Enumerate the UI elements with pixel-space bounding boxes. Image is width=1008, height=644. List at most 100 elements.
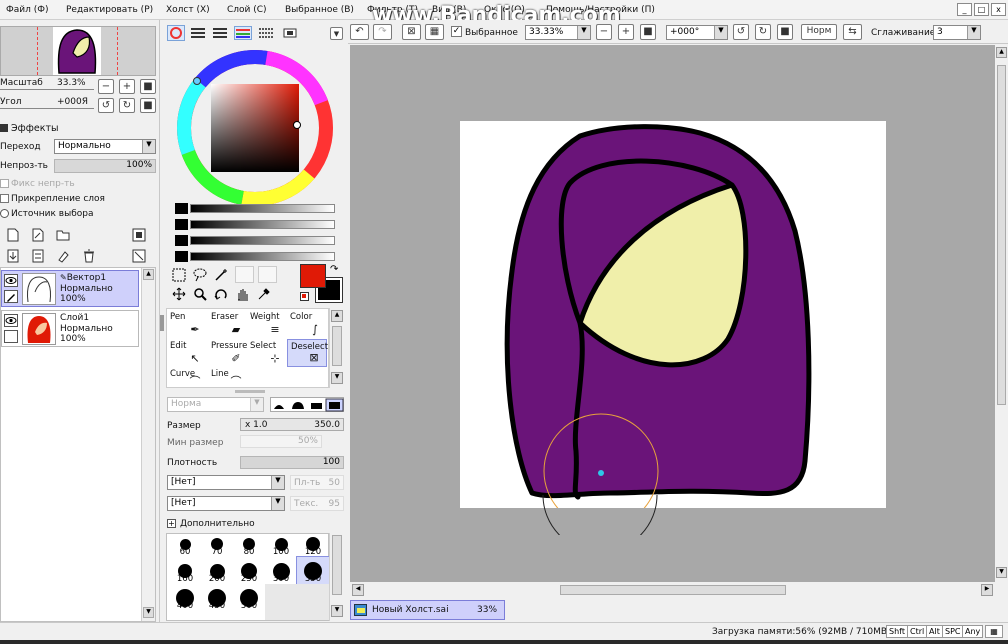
brush-preset-300[interactable]: 300 bbox=[265, 557, 297, 584]
zoom-select[interactable]: 33.33% ▼ bbox=[525, 25, 591, 40]
brush-preset-200[interactable]: 200 bbox=[201, 557, 233, 584]
apply-mask-icon[interactable] bbox=[132, 249, 146, 263]
color-wheel-tab[interactable] bbox=[167, 25, 185, 41]
minimize-button[interactable]: _ bbox=[957, 3, 972, 16]
panel-splitter-handle[interactable] bbox=[160, 315, 164, 331]
effects-expand-icon[interactable] bbox=[0, 124, 8, 132]
zoom-in-button[interactable]: + bbox=[119, 79, 135, 94]
canvas-vertical-scrollbar[interactable]: ▲ ▼ bbox=[995, 45, 1008, 582]
color-wheel[interactable] bbox=[175, 48, 335, 208]
menu-layer[interactable]: Слой (С) bbox=[227, 5, 267, 15]
brush-preset-100[interactable]: 100 bbox=[265, 530, 297, 557]
toolbar-zoom-out-button[interactable]: − bbox=[596, 24, 612, 40]
tool-pen[interactable]: Pen ✒ bbox=[167, 310, 207, 338]
tool-grid-scrollbar[interactable]: ▲ ▼ bbox=[329, 308, 344, 388]
brush-preset-250[interactable]: 250 bbox=[233, 557, 265, 584]
flip-horizontal-button[interactable]: ⇆ bbox=[843, 24, 862, 40]
brush-size-slider[interactable]: x 1.0 350.0 bbox=[240, 418, 344, 431]
toolbar-rotate-reset-button[interactable]: ■ bbox=[777, 24, 793, 40]
invert-selection-button[interactable]: ▦ bbox=[425, 24, 444, 40]
rotate-icon[interactable] bbox=[214, 287, 228, 301]
new-folder-icon[interactable] bbox=[56, 228, 70, 242]
reset-colors-icon[interactable] bbox=[300, 292, 309, 301]
nav-zoom-value[interactable]: 33.3% bbox=[57, 78, 86, 88]
hsv-sliders-tab[interactable] bbox=[212, 27, 228, 39]
new-vector-layer-icon[interactable] bbox=[31, 228, 45, 242]
rotate-right-button[interactable]: ↻ bbox=[119, 98, 135, 113]
menu-selection[interactable]: Выбранное (В) bbox=[285, 5, 354, 15]
tool-edit[interactable]: Edit ↖ bbox=[167, 339, 207, 367]
rotate-left-button[interactable]: ↺ bbox=[98, 98, 114, 113]
brush-preset-60[interactable]: 60 bbox=[169, 530, 201, 557]
opacity-slider[interactable]: 100% bbox=[54, 159, 156, 173]
menu-file[interactable]: Файл (Ф) bbox=[6, 5, 49, 15]
nav-angle-value[interactable]: +000Я bbox=[57, 97, 88, 107]
canvas-horizontal-scrollbar[interactable]: ◀ ▶ bbox=[350, 583, 995, 597]
primary-color-swatch[interactable] bbox=[300, 264, 326, 288]
menu-canvas[interactable]: Холст (Х) bbox=[166, 5, 210, 15]
color-bars-tab[interactable] bbox=[234, 26, 252, 40]
brush-shape-selector[interactable] bbox=[270, 397, 344, 412]
eyedropper-icon[interactable] bbox=[257, 287, 271, 301]
rgb-sliders-tab[interactable] bbox=[190, 27, 206, 39]
brush-preset-450[interactable]: 450 bbox=[201, 584, 233, 611]
swap-colors-icon[interactable]: ↷ bbox=[330, 264, 342, 276]
toolbar-rotate-right-button[interactable]: ↻ bbox=[755, 24, 771, 40]
texture-strength-2[interactable]: Текс. 95 bbox=[290, 496, 344, 511]
magic-wand-icon[interactable] bbox=[214, 268, 228, 282]
pen-lock-icon[interactable] bbox=[4, 290, 18, 303]
zoom-out-button[interactable]: − bbox=[98, 79, 114, 94]
tool-deselect[interactable]: Deselect ⊠ bbox=[287, 339, 328, 367]
brush-preset-70[interactable]: 70 bbox=[201, 530, 233, 557]
brush-preset-400[interactable]: 400 bbox=[169, 584, 201, 611]
layer-item-vector1[interactable]: ✎Вектор1 Нормально 100% bbox=[1, 270, 139, 307]
min-size-slider[interactable]: 50% bbox=[240, 435, 322, 448]
collapse-icon[interactable]: ▼ bbox=[330, 27, 343, 40]
transfer-down-icon[interactable] bbox=[6, 249, 20, 263]
brush-preset-scrollbar[interactable]: ▼ bbox=[329, 533, 344, 621]
brush-mode-select[interactable]: Норма ▼ bbox=[167, 397, 264, 412]
zoom-icon[interactable] bbox=[193, 287, 207, 301]
toolbar-zoom-reset-button[interactable]: ■ bbox=[640, 24, 656, 40]
advanced-label[interactable]: Дополнительно bbox=[180, 519, 255, 529]
brush-preset-350[interactable]: 350 bbox=[296, 556, 330, 585]
layer-lock-toggle[interactable] bbox=[4, 330, 18, 343]
lasso-icon[interactable] bbox=[193, 268, 207, 282]
tool-weight[interactable]: Weight ≡ bbox=[247, 310, 287, 338]
close-button[interactable]: x bbox=[991, 3, 1006, 16]
tool-curve[interactable]: Curve ⌒ bbox=[167, 367, 207, 387]
brush-preset-80[interactable]: 80 bbox=[233, 530, 265, 557]
tool-line[interactable]: Line ⌒ bbox=[208, 367, 248, 387]
stabilizer-mode-button[interactable]: Норм bbox=[801, 24, 837, 40]
blend-mode-select[interactable]: Нормально ▼ bbox=[54, 139, 156, 154]
brush-preset-160[interactable]: 160 bbox=[169, 557, 201, 584]
deselect-all-button[interactable]: ⊠ bbox=[402, 24, 421, 40]
redo-button[interactable]: ↷ bbox=[373, 24, 392, 40]
document-tab[interactable]: Новый Холст.sai 33% bbox=[350, 600, 505, 620]
layer-list-scrollbar[interactable]: ▲ ▼ bbox=[141, 268, 155, 621]
canvas-workspace[interactable] bbox=[350, 45, 995, 582]
hand-icon[interactable] bbox=[235, 287, 249, 301]
panel-resize-handle[interactable] bbox=[235, 390, 265, 393]
tool-pressure[interactable]: Pressure ✐ bbox=[208, 339, 248, 367]
delete-layer-icon[interactable] bbox=[82, 249, 96, 263]
density-slider[interactable]: 100 bbox=[240, 456, 344, 469]
selection-source-radio[interactable] bbox=[0, 209, 9, 218]
menu-edit[interactable]: Редактировать (Р) bbox=[66, 5, 153, 15]
layer-item-layer1[interactable]: Слой1 Нормально 100% bbox=[1, 310, 139, 347]
swatches-tab[interactable] bbox=[258, 27, 274, 39]
lock-opacity-checkbox[interactable] bbox=[0, 179, 9, 188]
texture-select-1[interactable]: [Нет] ▼ bbox=[167, 475, 285, 490]
merge-down-icon[interactable] bbox=[31, 249, 45, 263]
toolbar-rotate-left-button[interactable]: ↺ bbox=[733, 24, 749, 40]
undo-button[interactable]: ↶ bbox=[350, 24, 369, 40]
tool-select[interactable]: Select ⊹ bbox=[247, 339, 287, 367]
value-gradient-bars[interactable] bbox=[175, 203, 335, 263]
texture-select-2[interactable]: [Нет] ▼ bbox=[167, 496, 285, 511]
visibility-eye-icon[interactable] bbox=[4, 314, 18, 327]
brush-preset-120[interactable]: 120 bbox=[297, 530, 329, 557]
toolbar-zoom-in-button[interactable]: + bbox=[618, 24, 634, 40]
rect-select-icon[interactable] bbox=[172, 268, 186, 282]
new-layer-icon[interactable] bbox=[6, 228, 20, 242]
clear-layer-icon[interactable] bbox=[56, 249, 70, 263]
